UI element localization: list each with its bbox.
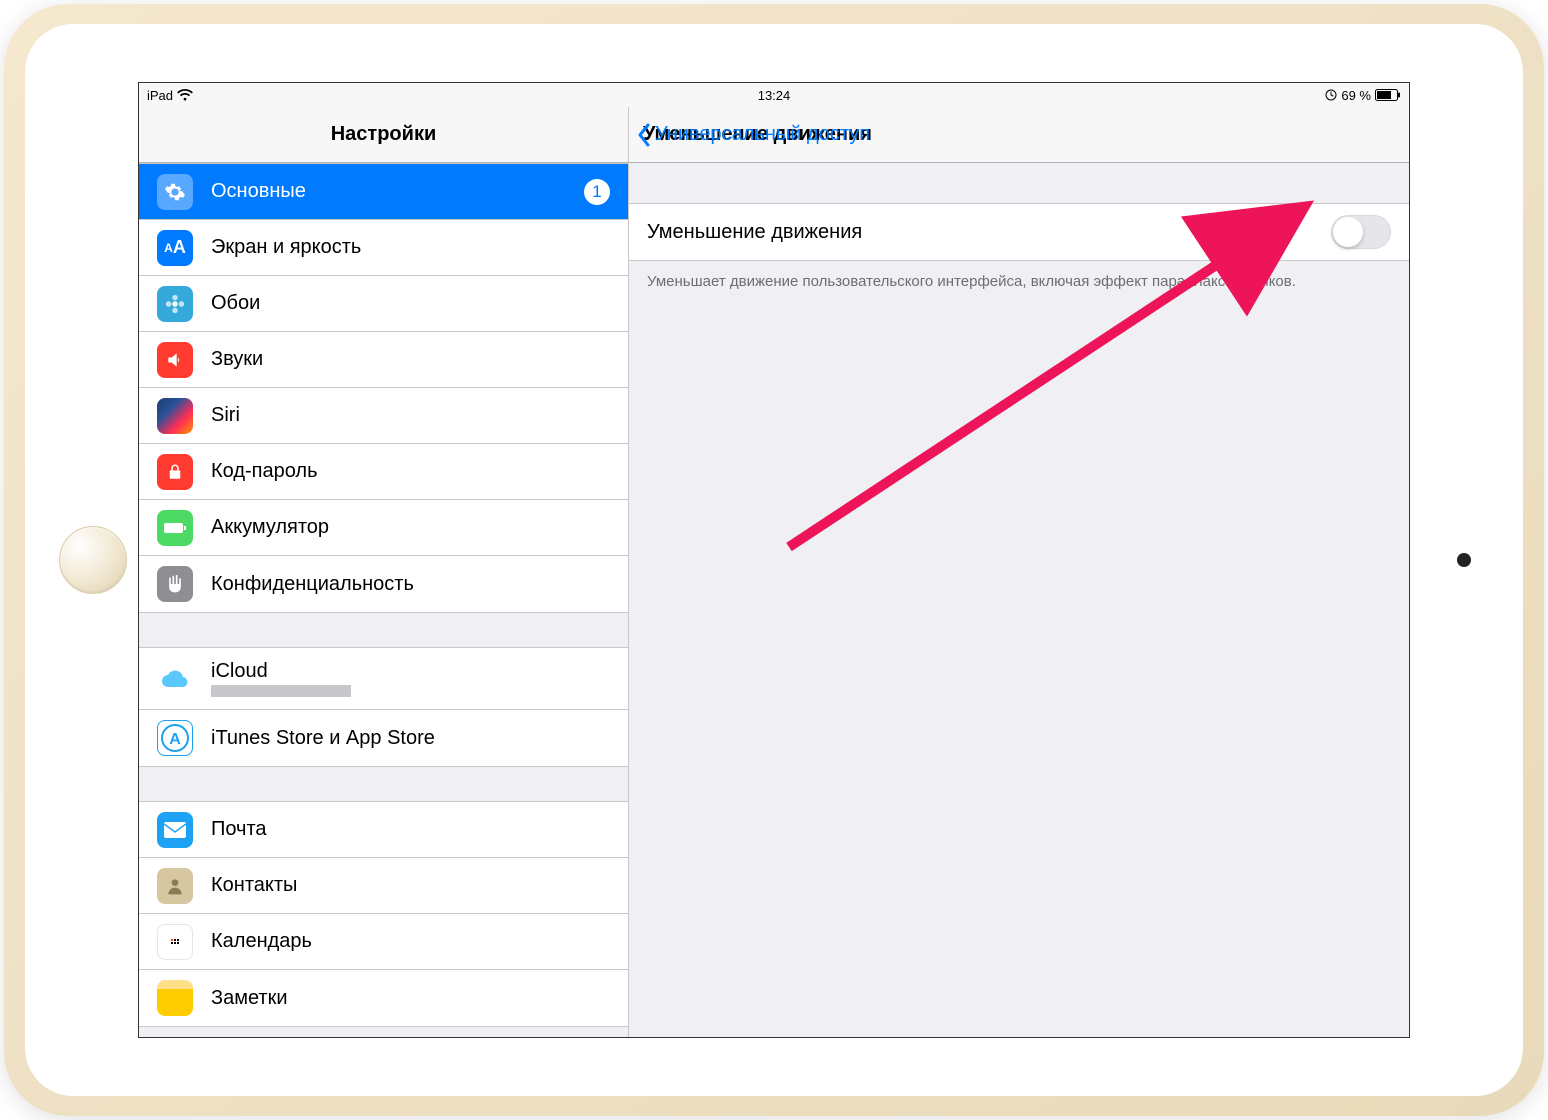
reduce-motion-switch[interactable]: [1331, 215, 1391, 249]
ipad-bezel: iPad 13:24 69 %: [25, 24, 1523, 1096]
reduce-motion-row: Уменьшение движения: [629, 204, 1409, 260]
status-time: 13:24: [758, 88, 791, 103]
battery-icon: [157, 510, 193, 546]
contacts-icon: [157, 868, 193, 904]
notes-icon: [157, 980, 193, 1016]
sidebar-item-passcode[interactable]: Код-пароль: [139, 444, 628, 500]
sidebar-item-label: Обои: [211, 292, 610, 315]
sidebar-title: Настройки: [331, 123, 437, 146]
rotation-lock-icon: [1325, 89, 1337, 101]
sidebar-item-label: Аккумулятор: [211, 516, 610, 539]
back-label: Универсальный доступ: [655, 123, 870, 146]
sidebar-item-label: Код-пароль: [211, 460, 610, 483]
hand-icon: [157, 566, 193, 602]
sidebar-item-label: iTunes Store и App Store: [211, 727, 610, 750]
appstore-icon: A: [157, 720, 193, 756]
sidebar-item-itunes[interactable]: A iTunes Store и App Store: [139, 710, 628, 766]
sidebar-item-label: Основные: [211, 180, 584, 203]
sidebar-group: iCloud A iTunes Store и App Store: [139, 647, 628, 767]
sidebar-item-label: Siri: [211, 404, 610, 427]
siri-icon: [157, 398, 193, 434]
sidebar-item-sounds[interactable]: Звуки: [139, 332, 628, 388]
detail-group: Уменьшение движения: [629, 203, 1409, 261]
sidebar-item-icloud[interactable]: iCloud: [139, 648, 628, 710]
sidebar-item-label: Конфиденциальность: [211, 573, 610, 596]
carrier-label: iPad: [147, 88, 173, 103]
sidebar-item-wallpaper[interactable]: Обои: [139, 276, 628, 332]
detail-content: Уменьшение движения Уменьшает движение п…: [629, 163, 1409, 1037]
sidebar-item-notes[interactable]: Заметки: [139, 970, 628, 1026]
sidebar-group: Почта Контакты: [139, 801, 628, 1027]
wifi-icon: [177, 89, 193, 101]
icloud-subtitle-redacted: [211, 685, 351, 697]
text-size-icon: AA: [157, 230, 193, 266]
ipad-frame: iPad 13:24 69 %: [4, 4, 1544, 1116]
sidebar-navbar: Настройки: [139, 107, 628, 163]
speaker-icon: [157, 342, 193, 378]
sidebar-item-label: Экран и яркость: [211, 236, 610, 259]
front-camera: [1457, 553, 1471, 567]
sidebar-item-label: Звуки: [211, 348, 610, 371]
sidebar-item-display[interactable]: AA Экран и яркость: [139, 220, 628, 276]
sidebar-group: Основные 1 AA Экран и яркость: [139, 163, 628, 613]
sidebar-item-label: Контакты: [211, 874, 610, 897]
cloud-icon: [157, 661, 193, 697]
mail-icon: [157, 812, 193, 848]
sidebar-item-calendar[interactable]: Календарь: [139, 914, 628, 970]
sidebar-item-siri[interactable]: Siri: [139, 388, 628, 444]
battery-icon: [1375, 89, 1401, 101]
svg-text:A: A: [169, 731, 181, 748]
sidebar-item-label: Заметки: [211, 987, 610, 1010]
settings-sidebar: Настройки Основные 1: [139, 107, 629, 1037]
flower-icon: [157, 286, 193, 322]
detail-navbar: Универсальный доступ Уменьшение движения: [629, 107, 1409, 163]
toggle-label: Уменьшение движения: [647, 221, 862, 244]
sidebar-item-label: Почта: [211, 818, 610, 841]
switch-knob: [1333, 217, 1363, 247]
calendar-icon: [157, 924, 193, 960]
sidebar-item-label: Календарь: [211, 930, 610, 953]
sidebar-item-general[interactable]: Основные 1: [139, 164, 628, 220]
sidebar-item-privacy[interactable]: Конфиденциальность: [139, 556, 628, 612]
notification-badge: 1: [584, 179, 610, 205]
home-button[interactable]: [59, 526, 127, 594]
screen: iPad 13:24 69 %: [138, 82, 1410, 1038]
sidebar-item-contacts[interactable]: Контакты: [139, 858, 628, 914]
lock-icon: [157, 454, 193, 490]
sidebar-list[interactable]: Основные 1 AA Экран и яркость: [139, 163, 628, 1037]
gear-icon: [157, 174, 193, 210]
sidebar-item-label: iCloud: [211, 660, 351, 683]
status-bar: iPad 13:24 69 %: [139, 83, 1409, 107]
footer-text: Уменьшает движение пользовательского инт…: [629, 261, 1409, 302]
sidebar-item-mail[interactable]: Почта: [139, 802, 628, 858]
battery-percent: 69 %: [1341, 88, 1371, 103]
detail-pane: Универсальный доступ Уменьшение движения…: [629, 107, 1409, 1037]
back-button[interactable]: Универсальный доступ: [637, 123, 870, 147]
sidebar-item-battery[interactable]: Аккумулятор: [139, 500, 628, 556]
